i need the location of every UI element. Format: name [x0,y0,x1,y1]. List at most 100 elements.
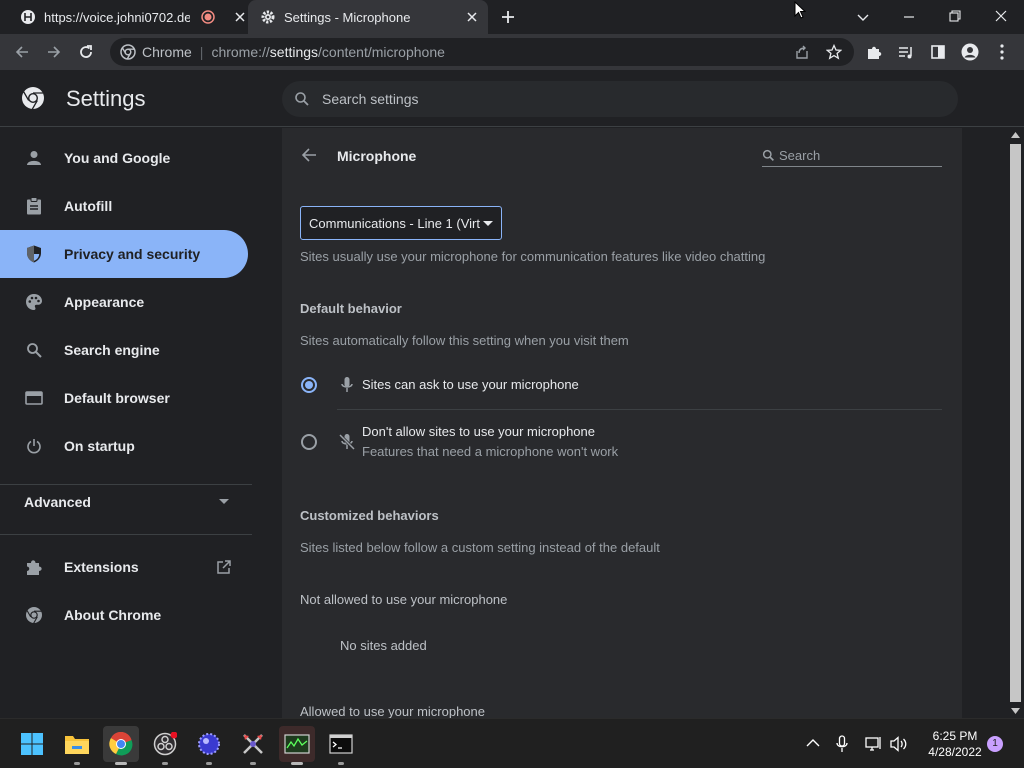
site-search-bar[interactable] [762,145,942,167]
url-separator: | [199,44,204,60]
extensions-puzzle-icon [24,557,44,577]
crossed-tools-icon[interactable] [235,726,271,765]
selected-device-value: Communications - Line 1 (Virt [309,215,480,231]
allow-radio[interactable] [301,377,317,393]
minimize-icon[interactable] [902,10,916,24]
sidebar-divider [0,534,252,535]
voicemeeter-icon[interactable] [191,726,227,765]
browser-toolbar: Chrome | chrome://settings/content/micro… [0,34,1024,70]
close-window-icon[interactable] [994,9,1008,23]
sidebar-item-extensions[interactable]: Extensions [0,543,252,591]
sidebar-item-label: Default browser [64,390,170,406]
microphone-in-use-icon[interactable] [836,735,848,753]
tab-settings[interactable]: Settings - Microphone [248,0,488,34]
site-favicon-icon [20,9,36,25]
block-option-label[interactable]: Don't allow sites to use your microphone [362,424,595,439]
media-queue-icon[interactable] [894,40,918,64]
menu-kebab-icon[interactable] [990,40,1014,64]
side-panel-icon[interactable] [926,40,950,64]
network-icon[interactable] [865,736,883,752]
forward-button[interactable] [42,40,66,64]
clock-date: 4/28/2022 [928,745,982,759]
sidebar-item-autofill[interactable]: Autofill [0,182,248,230]
gear-icon [260,9,276,25]
tab-title: https://voice.johni0702.de/?a [44,9,191,25]
settings-search-bar[interactable] [282,81,958,117]
scroll-up-icon[interactable] [1011,132,1020,138]
page-title: Microphone [337,148,417,164]
person-icon [24,148,44,168]
allowed-list-heading: Allowed to use your microphone [300,704,485,718]
sidebar-item-about-chrome[interactable]: About Chrome [0,591,248,639]
back-button[interactable] [10,40,34,64]
close-icon[interactable] [464,9,480,25]
power-icon [24,436,44,456]
block-radio[interactable] [301,434,317,450]
mouse-cursor-icon [794,1,806,19]
tab-strip: https://voice.johni0702.de/?a Settings -… [0,0,1024,34]
close-icon[interactable] [232,9,248,25]
windows-taskbar: 6:25 PM 4/28/2022 1 [0,718,1024,768]
sidebar-item-privacy-and-security[interactable]: Privacy and security [0,230,248,278]
palette-icon [24,292,44,312]
sidebar-advanced-toggle[interactable]: Advanced [0,478,252,526]
block-option-sublabel: Features that need a microphone won't wo… [362,444,619,459]
obs-studio-icon[interactable] [147,726,183,765]
sidebar-item-label: Search engine [64,342,160,358]
settings-sidebar: You and Google Autofill Privacy and secu… [0,128,282,718]
chrome-logo-icon [120,44,136,60]
shield-icon [24,244,44,264]
settings-header: Settings [0,70,1024,127]
empty-list-text: No sites added [340,638,427,653]
system-monitor-icon[interactable] [279,726,315,765]
reload-button[interactable] [74,40,98,64]
site-label: Chrome [142,44,192,60]
restore-icon[interactable] [948,9,962,23]
chevron-up-icon[interactable] [806,738,820,748]
scroll-thumb[interactable] [1010,144,1021,702]
sidebar-item-label: Autofill [64,198,113,214]
sidebar-item-default-browser[interactable]: Default browser [0,374,248,422]
sidebar-item-label: Advanced [24,494,91,510]
sidebar-item-label: On startup [64,438,135,454]
sidebar-item-appearance[interactable]: Appearance [0,278,248,326]
chrome-taskbar-icon[interactable] [103,726,139,765]
tab-search-icon[interactable] [856,10,870,24]
microphone-off-icon [338,433,356,451]
sidebar-item-you-and-google[interactable]: You and Google [0,134,248,182]
terminal-icon[interactable] [323,726,359,765]
microphone-icon [340,376,354,394]
browser-icon [24,388,44,408]
customized-behaviors-heading: Customized behaviors [300,508,439,523]
bookmark-star-icon[interactable] [826,44,842,60]
search-input[interactable] [779,148,929,163]
url-text: chrome://settings/content/microphone [211,44,445,60]
sidebar-item-label: You and Google [64,150,171,166]
profile-avatar-icon[interactable] [958,40,982,64]
sidebar-item-on-startup[interactable]: On startup [0,422,248,470]
file-explorer-icon[interactable] [59,726,95,765]
scroll-down-icon[interactable] [1011,708,1020,714]
extensions-puzzle-icon[interactable] [862,40,886,64]
share-icon[interactable] [794,44,810,60]
tab-voice[interactable]: https://voice.johni0702.de/?a [12,0,248,34]
allow-option-label[interactable]: Sites can ask to use your microphone [362,377,579,392]
page-scrollbar[interactable] [1007,128,1024,718]
open-in-new-icon [216,559,232,575]
microphone-settings-card: Microphone Communications - Line 1 (Virt… [282,128,962,718]
not-allowed-list-heading: Not allowed to use your microphone [300,592,508,607]
new-tab-button[interactable] [500,9,516,25]
sidebar-item-search-engine[interactable]: Search engine [0,326,248,374]
start-button[interactable] [14,726,50,762]
default-behavior-heading: Default behavior [300,301,402,316]
address-bar[interactable]: Chrome | chrome://settings/content/micro… [110,38,854,66]
search-input[interactable] [322,91,882,107]
microphone-device-select[interactable]: Communications - Line 1 (Virt [300,206,502,240]
customized-behaviors-description: Sites listed below follow a custom setti… [300,540,660,555]
tab-title: Settings - Microphone [284,9,411,25]
volume-icon[interactable] [890,736,908,752]
back-arrow-icon[interactable] [301,147,317,163]
clock-time: 6:25 PM [932,729,978,743]
notification-badge[interactable]: 1 [987,736,1003,752]
taskbar-clock[interactable]: 6:25 PM 4/28/2022 [912,728,998,760]
